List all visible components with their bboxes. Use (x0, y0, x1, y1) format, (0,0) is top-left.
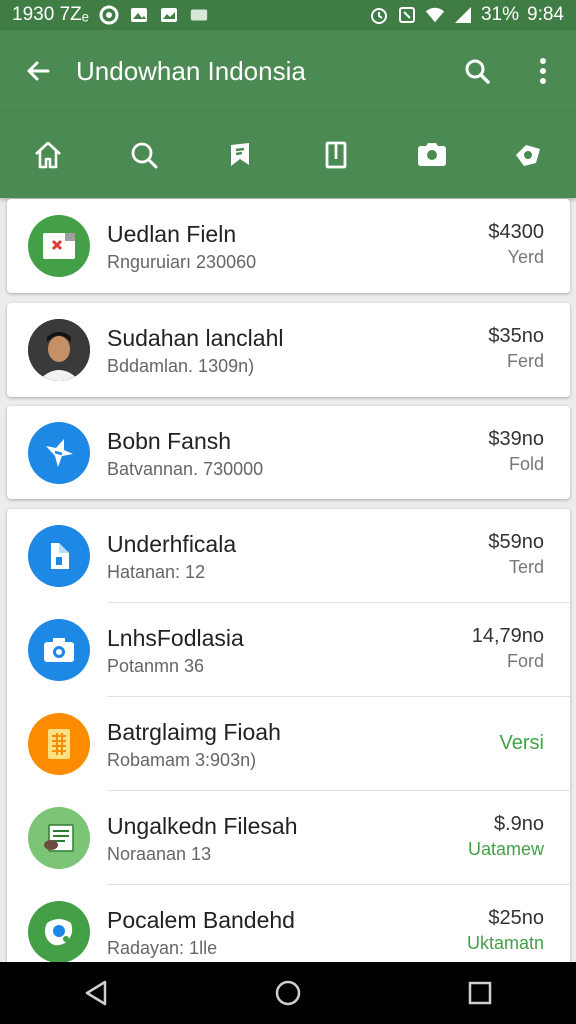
item-name: Underhficala (107, 531, 237, 557)
item-price: 14,79no (471, 625, 544, 647)
list-card: Uedlan Fieln Rnguruiarı 230060 $4300 Yer… (7, 199, 570, 293)
document-app-icon (28, 525, 90, 587)
wifi-icon (425, 5, 445, 25)
overflow-menu-button[interactable] (510, 30, 576, 112)
item-name: LnhsFodlasia (107, 625, 244, 651)
list-item[interactable]: Pocalem Bandehd Radayan: 1lle $25no Ukta… (7, 885, 570, 962)
item-subtitle: Batvannan. 730000 (107, 459, 264, 479)
item-price: $4300 (488, 221, 544, 243)
list-item[interactable]: Underhficala Hatanan: 12 $59no Terd (7, 509, 570, 602)
app-bar: Undowhan Indonsia (0, 30, 576, 112)
list-card: Sudahan lanclahl Bddamlan. 1309n) $35no … (7, 303, 570, 397)
camera-icon (418, 143, 446, 166)
tab-search[interactable] (114, 125, 174, 185)
item-subtitle: Noraanan 13 (107, 844, 212, 864)
status-bar: 1930 7Zₑ 31% 9:84 (0, 0, 576, 30)
recents-square-icon (468, 981, 492, 1005)
item-price: $59no (488, 531, 544, 553)
item-name: Batrglaimg Fioah (107, 719, 281, 745)
list-item[interactable]: Ungalkedn Filesah Noraanan 13 $.9no Uata… (7, 791, 570, 884)
item-name: Pocalem Bandehd (107, 907, 295, 933)
item-subtitle: Rnguruiarı 230060 (107, 252, 257, 272)
list-item[interactable]: Sudahan lanclahl Bddamlan. 1309n) $35no … (7, 303, 570, 396)
item-tag: Fold (508, 454, 544, 474)
tab-share[interactable] (498, 125, 558, 185)
list-card: Bobn Fansh Batvannan. 730000 $39no Fold (7, 406, 570, 499)
tab-tablet[interactable] (306, 125, 366, 185)
notification-icon (99, 5, 119, 25)
tab-home[interactable] (18, 125, 78, 185)
list-item[interactable]: Batrglaimg Fioah Robamam 3:903n) Versi (7, 697, 570, 790)
item-price: $35no (488, 325, 544, 347)
item-tag: Terd (508, 557, 544, 577)
app-list: Uedlan Fieln Rnguruiarı 230060 $4300 Yer… (0, 198, 576, 962)
search-icon (131, 142, 158, 169)
alarm-icon (369, 5, 389, 25)
item-price: $39no (488, 428, 544, 450)
item-tag: Yerd (507, 247, 544, 267)
sheet-app-icon (28, 713, 90, 775)
item-subtitle: Hatanan: 12 (107, 562, 206, 582)
home-circle-icon (275, 980, 301, 1006)
nav-recents-button[interactable] (450, 963, 510, 1023)
list-card: Underhficala Hatanan: 12 $59no Terd Lnhs… (7, 509, 570, 962)
map-app-icon (28, 901, 90, 962)
tab-bookmark[interactable] (210, 125, 270, 185)
status-time-left: 1930 7Zₑ (12, 4, 89, 25)
profile-photo-icon (28, 319, 90, 381)
item-version-label: Versi (499, 732, 544, 754)
item-price: $25no (488, 907, 544, 929)
page-title: Undowhan Indonsia (76, 55, 306, 86)
status-clock: 9:84 (527, 4, 564, 25)
item-subtitle: Robamam 3:903n) (107, 750, 257, 770)
item-subtitle: Bddamlan. 1309n) (107, 356, 255, 376)
spreadsheet-app-icon (28, 215, 90, 277)
item-tag: Ford (506, 651, 544, 671)
back-button[interactable] (0, 30, 76, 112)
list-item[interactable]: Bobn Fansh Batvannan. 730000 $39no Fold (7, 406, 570, 499)
item-subtitle: Potanmn 36 (107, 656, 205, 676)
item-subtitle: Radayan: 1lle (107, 938, 218, 958)
system-nav-bar (0, 962, 576, 1024)
item-name: Bobn Fansh (107, 428, 232, 454)
nfc-icon (397, 5, 417, 25)
home-icon (35, 141, 61, 169)
share-icon (516, 145, 540, 166)
nav-back-button[interactable] (66, 963, 126, 1023)
item-name: Ungalkedn Filesah (107, 813, 298, 839)
item-tag: Ferd (506, 351, 544, 371)
gallery-notification-icon (159, 5, 179, 25)
image-notification-icon (129, 5, 149, 25)
item-name: Uedlan Fieln (107, 221, 237, 247)
camera-app-icon (28, 619, 90, 681)
more-vert-icon (540, 58, 546, 84)
list-item[interactable]: LnhsFodlasia Potanmn 36 14,79no Ford (7, 603, 570, 696)
item-tag: Uatamew (467, 839, 544, 859)
card-notification-icon (189, 5, 209, 25)
arrow-back-icon (27, 61, 50, 81)
tablet-icon (325, 141, 347, 169)
tab-camera[interactable] (402, 125, 462, 185)
battery-percent: 31% (480, 4, 520, 25)
nav-home-button[interactable] (258, 963, 318, 1023)
bookmark-icon (231, 143, 249, 166)
signal-icon (453, 5, 473, 25)
item-tag: Uktamatn (466, 933, 544, 953)
back-triangle-icon (85, 980, 107, 1006)
search-button[interactable] (444, 30, 510, 112)
list-item[interactable]: Uedlan Fieln Rnguruiarı 230060 $4300 Yer… (7, 199, 570, 292)
item-name: Sudahan lanclahl (107, 325, 284, 351)
tab-bar (0, 112, 576, 198)
book-app-icon (28, 807, 90, 869)
item-price: $.9no (493, 813, 544, 835)
search-icon (465, 59, 490, 84)
star-app-icon (28, 422, 90, 484)
